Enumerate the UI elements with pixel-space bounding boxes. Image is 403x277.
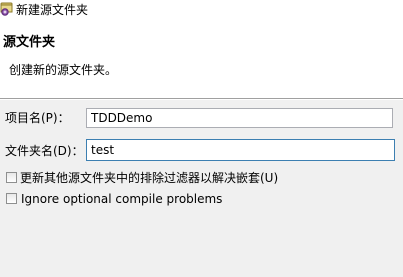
folder-name-field[interactable] <box>86 139 395 161</box>
new-source-folder-icon <box>0 1 14 16</box>
update-exclusion-filters-checkbox[interactable] <box>6 172 17 183</box>
window-title: 新建源文件夹 <box>16 3 89 17</box>
banner-divider-highlight <box>0 99 403 100</box>
banner-description: 创建新的源文件夹。 <box>9 63 118 77</box>
project-name-label: 项目名(P)： <box>5 111 70 125</box>
ignore-compile-problems-label[interactable]: Ignore optional compile problems <box>21 191 222 207</box>
banner-title: 源文件夹 <box>3 35 56 50</box>
ignore-compile-problems-checkbox[interactable] <box>6 193 17 204</box>
project-name-field[interactable] <box>86 108 393 128</box>
update-exclusion-filters-label[interactable]: 更新其他源文件夹中的排除过滤器以解决嵌套(U) <box>20 170 278 186</box>
header-banner: 源文件夹 创建新的源文件夹。 <box>0 20 403 98</box>
folder-name-label: 文件夹名(D)： <box>5 144 84 158</box>
title-bar: 新建源文件夹 <box>0 0 403 20</box>
